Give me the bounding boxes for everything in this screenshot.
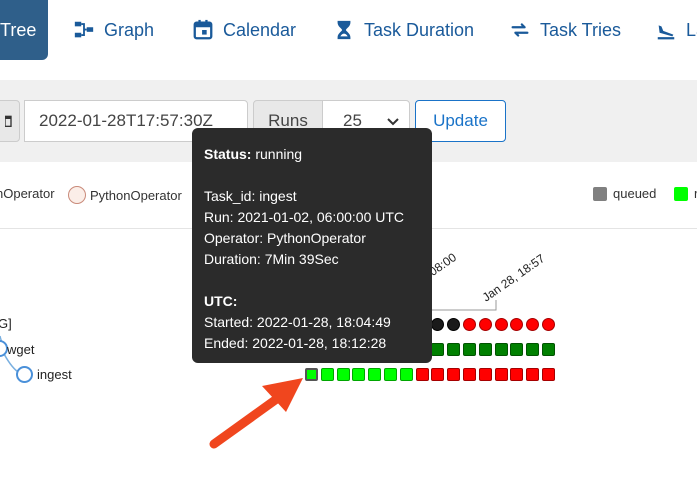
tab-graph[interactable]: Graph	[72, 0, 154, 60]
task-instance-square[interactable]	[510, 368, 524, 381]
dag-run-circle[interactable]	[463, 318, 476, 331]
task-instance-square[interactable]	[463, 368, 476, 381]
task-instance-square[interactable]	[336, 368, 350, 381]
task-instance-square[interactable]	[415, 368, 429, 381]
dag-node-label: G]	[0, 316, 12, 331]
legend-state-label: queued	[613, 186, 657, 201]
task-instance-tooltip: Status: running Task_id: ingest Run: 202…	[192, 128, 432, 363]
tooltip-run: Run: 2021-01-02, 06:00:00 UTC	[204, 209, 405, 225]
graph-icon	[72, 18, 96, 42]
legend-operator-label: PythonOperator	[90, 187, 182, 203]
dag-run-circle[interactable]	[510, 318, 524, 331]
view-tabs: Tree Graph Calendar Task Duration Task T…	[0, 0, 697, 68]
tab-task-tries-label: Task Tries	[540, 19, 622, 40]
tab-tree[interactable]: Tree	[0, 0, 48, 60]
task-instance-square[interactable]	[447, 368, 461, 381]
tab-task-duration-label: Task Duration	[364, 19, 475, 40]
landing-icon	[654, 18, 678, 42]
dag-run-circle[interactable]	[494, 318, 508, 331]
chevron-down-icon	[387, 118, 399, 126]
task-instance-square[interactable]	[431, 368, 445, 381]
task-instance-square[interactable]	[510, 343, 524, 356]
task-instance-square[interactable]	[478, 343, 492, 356]
tooltip-operator: Operator: PythonOperator	[204, 230, 366, 246]
task-instance-square[interactable]	[494, 368, 508, 381]
tab-landing-times-label: La	[686, 19, 697, 40]
state-swatch	[674, 186, 688, 201]
tooltip-ended: Ended: 2022-01-28, 18:12:28	[204, 335, 387, 351]
task-instance-square[interactable]	[320, 368, 334, 381]
task-instance-square[interactable]	[526, 343, 540, 356]
task-label-ingest[interactable]: ingest	[37, 367, 72, 382]
selected-task-instance-square[interactable]	[305, 368, 318, 381]
tab-calendar-label: Calendar	[223, 19, 297, 40]
task-instance-square[interactable]	[399, 368, 413, 381]
tab-task-tries[interactable]: Task Tries	[508, 0, 621, 60]
task-instance-square[interactable]	[384, 368, 397, 381]
tab-tree-label: Tree	[0, 19, 37, 40]
task-instance-square[interactable]	[447, 343, 461, 356]
operator-swatch	[68, 186, 86, 204]
task-label-wget[interactable]: wget	[7, 342, 34, 357]
legend-state-running: r	[674, 186, 697, 201]
task-instance-square[interactable]	[526, 368, 540, 381]
date-label: Jan 28, 18:57	[480, 251, 548, 304]
dag-run-circle[interactable]	[542, 318, 555, 331]
legend-state-queued: queued	[593, 186, 656, 201]
dag-run-circle[interactable]	[526, 318, 540, 331]
task-instance-square[interactable]	[542, 368, 555, 381]
task-instance-square[interactable]	[542, 343, 555, 356]
hourglass-icon	[332, 18, 356, 42]
task-instance-square[interactable]	[368, 368, 382, 381]
date-picker-button[interactable]	[0, 100, 20, 142]
tooltip-task-id: Task_id: ingest	[204, 188, 297, 204]
tab-graph-label: Graph	[104, 19, 155, 40]
tree-view-page: Tree Graph Calendar Task Duration Task T…	[0, 0, 697, 489]
legend-operator-label: nOperator	[0, 186, 55, 201]
legend-operator: nOperator	[0, 186, 55, 201]
calendar-icon	[191, 18, 215, 42]
tooltip-utc-label: UTC:	[204, 293, 238, 309]
task-instance-square[interactable]	[478, 368, 492, 381]
tab-landing-times[interactable]: La	[654, 0, 697, 60]
task-instance-square[interactable]	[431, 343, 445, 356]
task-instance-square[interactable]	[352, 368, 366, 381]
tooltip-started: Started: 2022-01-28, 18:04:49	[204, 314, 391, 330]
task-node-ingest[interactable]	[16, 366, 33, 383]
state-swatch	[593, 186, 607, 201]
tab-task-duration[interactable]: Task Duration	[332, 0, 474, 60]
task-instance-square[interactable]	[494, 343, 508, 356]
calendar-icon	[5, 115, 12, 127]
task-instance-square[interactable]	[463, 343, 476, 356]
tooltip-status-label: Status:	[204, 146, 252, 162]
dag-run-circle[interactable]	[478, 318, 492, 331]
dag-run-circle[interactable]	[447, 318, 461, 331]
legend-operator: PythonOperator	[68, 186, 182, 204]
dag-run-circle[interactable]	[431, 318, 445, 331]
tab-calendar[interactable]: Calendar	[191, 0, 296, 60]
retry-icon	[508, 18, 532, 42]
tooltip-duration: Duration: 7Min 39Sec	[204, 251, 339, 267]
tooltip-status-value: running	[255, 146, 303, 162]
